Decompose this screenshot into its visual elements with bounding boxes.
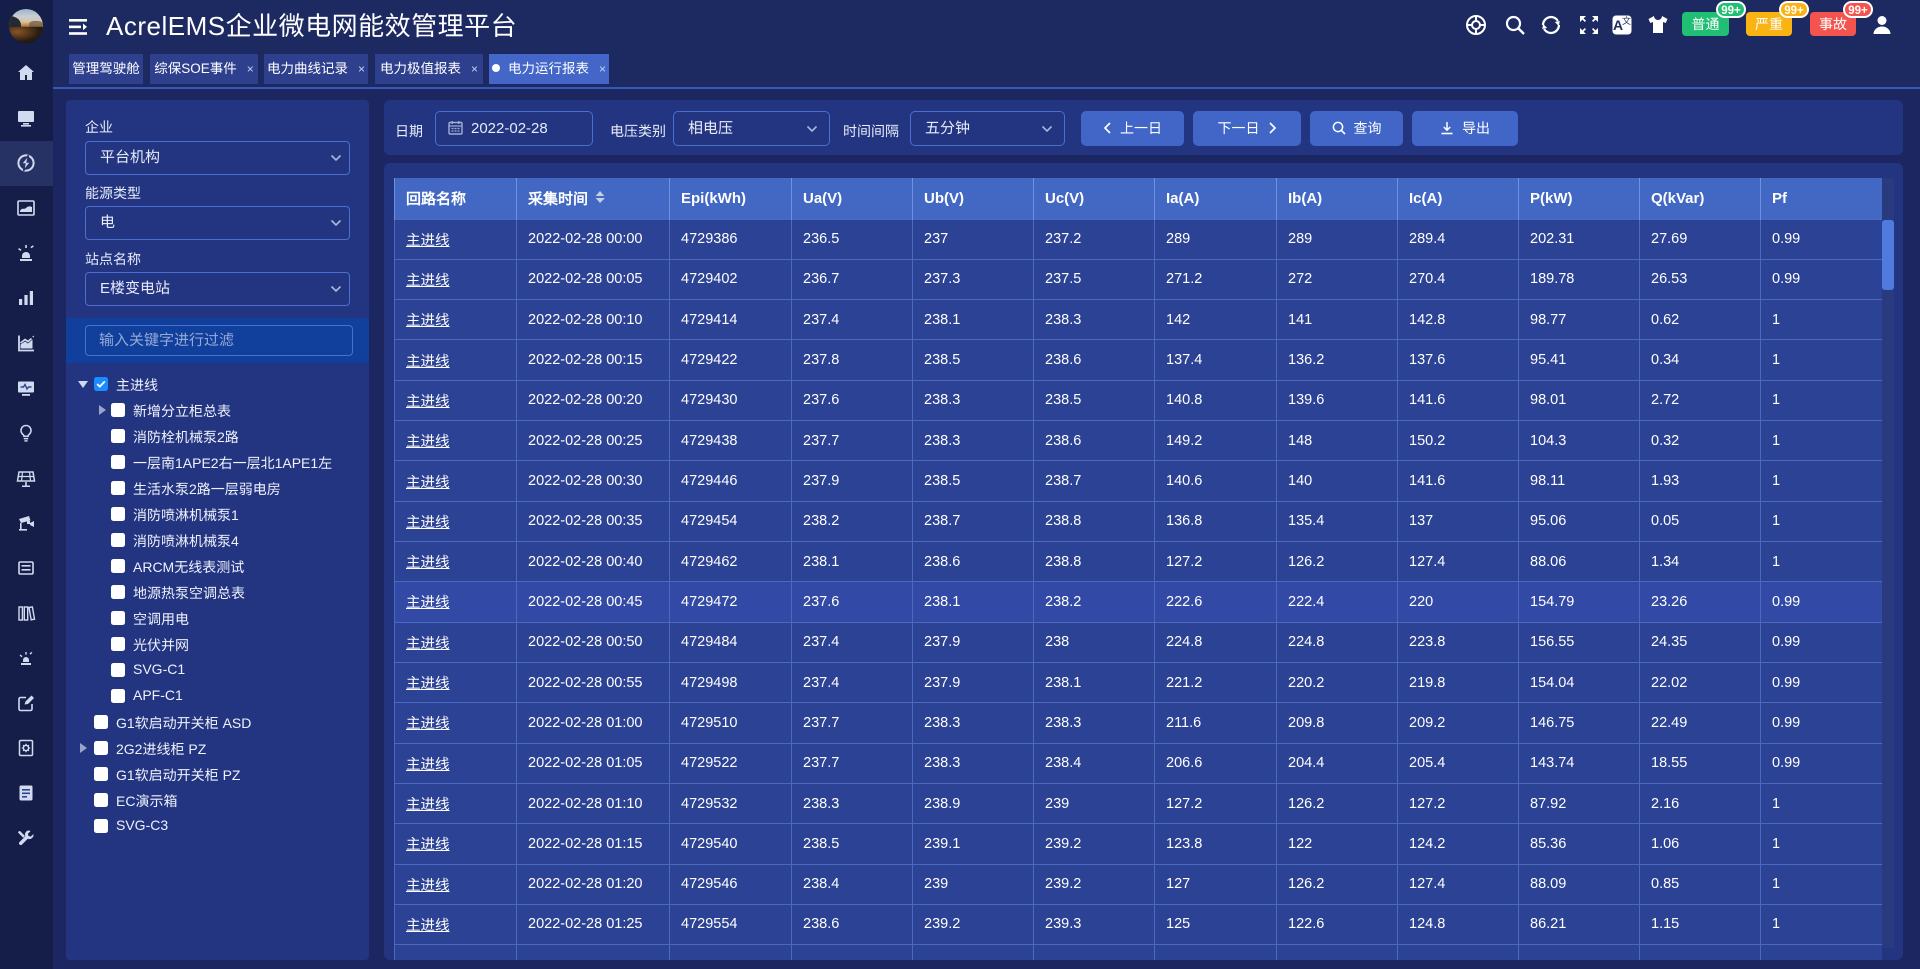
svg-text:文: 文 [1622, 14, 1631, 27]
